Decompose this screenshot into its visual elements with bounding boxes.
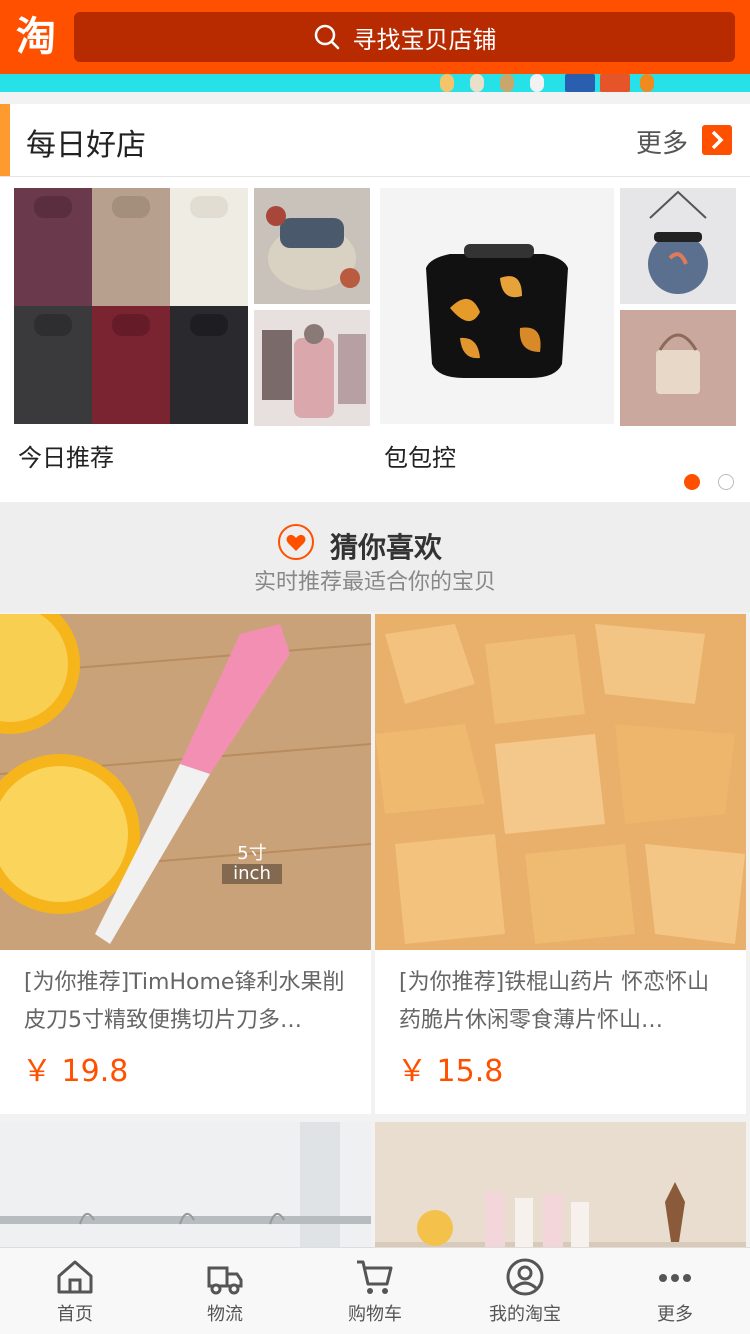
banner-product-image (500, 74, 514, 92)
tab-label: 首页 (57, 1304, 93, 1325)
heart-icon (278, 524, 314, 560)
logo-glyph: 淘 (16, 14, 56, 60)
user-icon (506, 1258, 544, 1296)
product-card[interactable]: [为你推荐]铁棍山药片 怀恋怀山药脆片休闲零食薄片怀山… ￥ 15.8 (375, 614, 746, 1114)
product-price: ￥ 19.8 (22, 1054, 129, 1089)
search-bar[interactable]: 寻找宝贝店铺 (74, 12, 735, 62)
bottom-tab-bar: 首页 物流 购物车 我的淘宝 更多 (0, 1247, 750, 1334)
shop-image-dress-bag[interactable] (620, 310, 736, 426)
tab-my-taobao[interactable]: 我的淘宝 (450, 1248, 600, 1334)
search-placeholder: 寻找宝贝店铺 (352, 25, 497, 54)
banner-product-image (470, 74, 484, 92)
tab-label: 购物车 (348, 1304, 402, 1325)
product-image-chips (375, 614, 746, 950)
banner-product-image (440, 74, 454, 92)
more-link[interactable]: 更多 (636, 123, 688, 160)
home-icon (57, 1260, 93, 1294)
more-dots-icon (659, 1274, 691, 1282)
product-name[interactable]: [为你推荐]TimHome锋利水果削皮刀5寸精致便携切片刀多… (24, 964, 347, 1040)
banner-product-image (530, 74, 544, 92)
shop-image-blue-bag[interactable] (620, 188, 736, 304)
tab-more[interactable]: 更多 (600, 1248, 750, 1334)
shop-image-black-bag[interactable] (380, 188, 614, 424)
product-price: ￥ 15.8 (397, 1054, 504, 1089)
guess-you-like-header: 猜你喜欢 实时推荐最适合你的宝贝 (0, 502, 750, 612)
banner-product-image (640, 74, 654, 92)
banner-product-image (565, 74, 595, 92)
unit-label: inch (222, 864, 282, 884)
guess-title: 猜你喜欢 (330, 531, 443, 564)
cart-icon (357, 1260, 393, 1294)
search-icon (314, 24, 339, 50)
promo-banner[interactable] (0, 74, 750, 92)
size-label: 5寸 (237, 843, 267, 864)
daily-shops-title: 每日好店 (26, 128, 146, 163)
shop-image-hat[interactable] (254, 188, 370, 304)
carousel-indicator (684, 474, 744, 494)
banner-product-image (600, 74, 630, 92)
carousel-dot-active[interactable] (684, 474, 700, 490)
guess-subtitle: 实时推荐最适合你的宝贝 (253, 570, 496, 595)
chevron-right-icon[interactable] (702, 125, 732, 155)
section-accent-bar (0, 104, 10, 176)
daily-shops-header: 每日好店 更多 (0, 104, 750, 177)
tab-label: 物流 (207, 1304, 243, 1325)
tab-logistics[interactable]: 物流 (150, 1248, 300, 1334)
tab-cart[interactable]: 购物车 (300, 1248, 450, 1334)
product-card[interactable]: 5寸 inch [为你推荐]TimHome锋利水果削皮刀5寸精致便携切片刀多… … (0, 614, 371, 1114)
product-image-knife: 5寸 inch (0, 614, 371, 950)
size-overlay-text: 5寸 inch (222, 844, 282, 884)
shop-image-sweaters[interactable] (14, 188, 248, 424)
top-bar: 淘 寻找宝贝店铺 (0, 0, 750, 74)
daily-shops-section: 每日好店 更多 今日推荐 包包控 (0, 104, 750, 502)
carousel-dot[interactable] (718, 474, 734, 490)
section-label[interactable]: 今日推荐 (18, 438, 114, 473)
section-label[interactable]: 包包控 (384, 438, 456, 473)
tab-label: 更多 (657, 1304, 693, 1325)
tab-home[interactable]: 首页 (0, 1248, 150, 1334)
taobao-logo[interactable]: 淘 (8, 9, 64, 65)
product-name[interactable]: [为你推荐]铁棍山药片 怀恋怀山药脆片休闲零食薄片怀山… (399, 964, 722, 1040)
tab-label: 我的淘宝 (489, 1304, 561, 1325)
shop-image-kids-coat[interactable] (254, 310, 370, 426)
truck-icon (207, 1266, 243, 1295)
